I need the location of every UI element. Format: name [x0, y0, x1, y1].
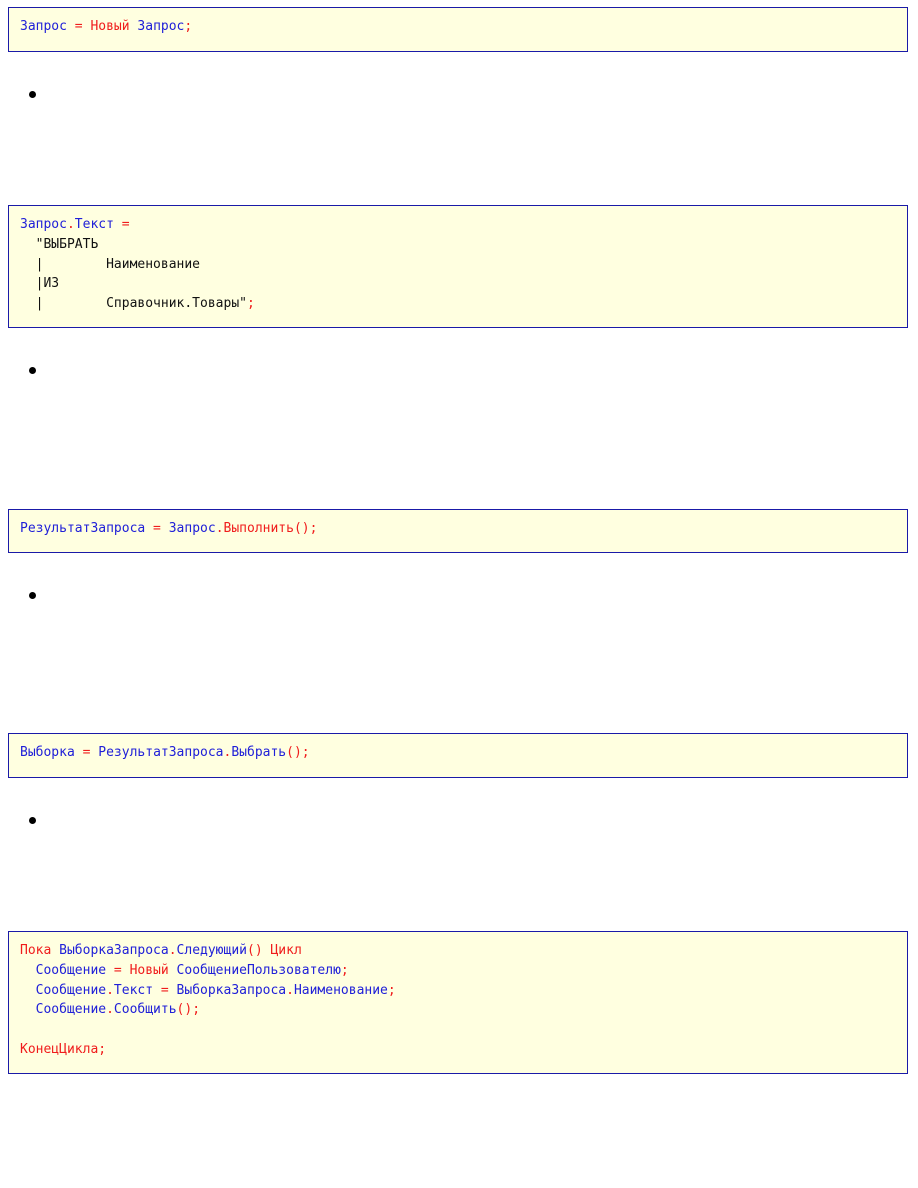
bullet-marker — [29, 367, 36, 374]
code-keyword: Новый — [129, 962, 169, 978]
code-identifier: Наименование — [293, 982, 388, 998]
code-line: "ВЫБРАТЬ — [20, 235, 896, 255]
code-identifier: Сообщение — [20, 1002, 107, 1018]
code-keyword: ; — [340, 962, 349, 978]
bullet-marker — [29, 91, 36, 98]
code-keyword: Пока — [20, 943, 52, 958]
code-line: Выборка = РезультатЗапроса.Выбрать(); — [20, 743, 896, 763]
code-identifier: Сообщить — [113, 1002, 177, 1018]
code-keyword: ; — [246, 296, 255, 312]
code-identifier: РезультатЗапроса — [98, 745, 224, 760]
code-keyword: (); — [293, 521, 318, 536]
code-string: |ИЗ — [20, 276, 60, 292]
code-identifier: ВыборкаЗапроса — [51, 943, 169, 958]
code-keyword: Новый — [90, 19, 130, 34]
code-line: Запрос = Новый Запрос; — [20, 17, 896, 37]
code-identifier: Текст — [113, 982, 154, 998]
code-keyword: ; — [387, 982, 396, 998]
code-identifier: Запрос — [20, 19, 67, 34]
code-line: | Наименование — [20, 255, 896, 275]
code-string: "ВЫБРАТЬ — [20, 236, 99, 252]
code-identifier: Запрос — [168, 521, 216, 536]
code-identifier: Текст — [74, 217, 114, 232]
code-identifier: Выборка — [20, 745, 75, 760]
code-line: РезультатЗапроса = Запрос.Выполнить(); — [20, 519, 896, 539]
code-keyword: = — [66, 19, 91, 34]
code-line: Пока ВыборкаЗапроса.Следующий() Цикл — [20, 941, 896, 961]
code-identifier: Запрос — [20, 217, 67, 232]
code-line: | Справочник.Товары"; — [20, 294, 896, 314]
code-keyword: ; — [98, 1041, 107, 1057]
code-keyword: = — [113, 217, 130, 232]
code-string: | Справочник.Товары" — [20, 296, 247, 312]
code-keyword: . — [286, 982, 294, 998]
code-line: Сообщение = Новый СообщениеПользователю; — [20, 961, 896, 981]
code-identifier: РезультатЗапроса — [20, 521, 146, 536]
code-line: Сообщение.Текст = ВыборкаЗапроса.Наимено… — [20, 981, 896, 1001]
code-identifier: Сообщение — [20, 962, 107, 978]
code-line: Запрос.Текст = — [20, 215, 896, 235]
code-keyword: ; — [184, 19, 193, 34]
code-identifier: Выбрать — [231, 745, 287, 760]
bullet-marker — [29, 592, 36, 599]
bullet-marker — [29, 817, 36, 824]
code-identifier: СообщениеПользователю — [168, 962, 341, 978]
code-keyword: () — [247, 943, 263, 958]
code-identifier: Запрос — [129, 19, 185, 34]
code-keyword: = — [145, 521, 169, 536]
code-keyword: = — [106, 962, 130, 978]
code-line: КонецЦикла; — [20, 1040, 896, 1060]
code-block-query-text: Запрос.Текст = "ВЫБРАТЬ | Наименование |… — [8, 205, 908, 328]
code-keyword: . — [168, 943, 177, 958]
code-block-execute-query: РезультатЗапроса = Запрос.Выполнить(); — [8, 509, 908, 553]
code-keyword: (); — [286, 745, 310, 760]
code-keyword: . — [66, 217, 75, 232]
code-keyword: = — [74, 745, 99, 760]
code-identifier: Следующий — [176, 943, 247, 958]
code-keyword: = — [153, 982, 177, 998]
code-keyword: Цикл — [262, 943, 302, 958]
code-block-loop: Пока ВыборкаЗапроса.Следующий() Цикл Соо… — [8, 931, 908, 1074]
code-block-select-results: Выборка = РезультатЗапроса.Выбрать(); — [8, 733, 908, 778]
code-keyword: . — [215, 521, 224, 536]
code-block-new-query: Запрос = Новый Запрос; — [8, 7, 908, 52]
code-keyword: КонецЦикла — [20, 1041, 99, 1057]
code-keyword: (); — [176, 1002, 201, 1018]
code-keyword: . — [106, 982, 114, 998]
code-identifier: Сообщение — [20, 982, 107, 998]
code-string: | Наименование — [20, 256, 201, 272]
code-keyword: . — [106, 1002, 114, 1018]
code-identifier: ВыборкаЗапроса — [176, 982, 287, 998]
code-line: |ИЗ — [20, 274, 896, 294]
code-line: Сообщение.Сообщить(); — [20, 1000, 896, 1020]
code-keyword: Выполнить — [223, 521, 294, 536]
